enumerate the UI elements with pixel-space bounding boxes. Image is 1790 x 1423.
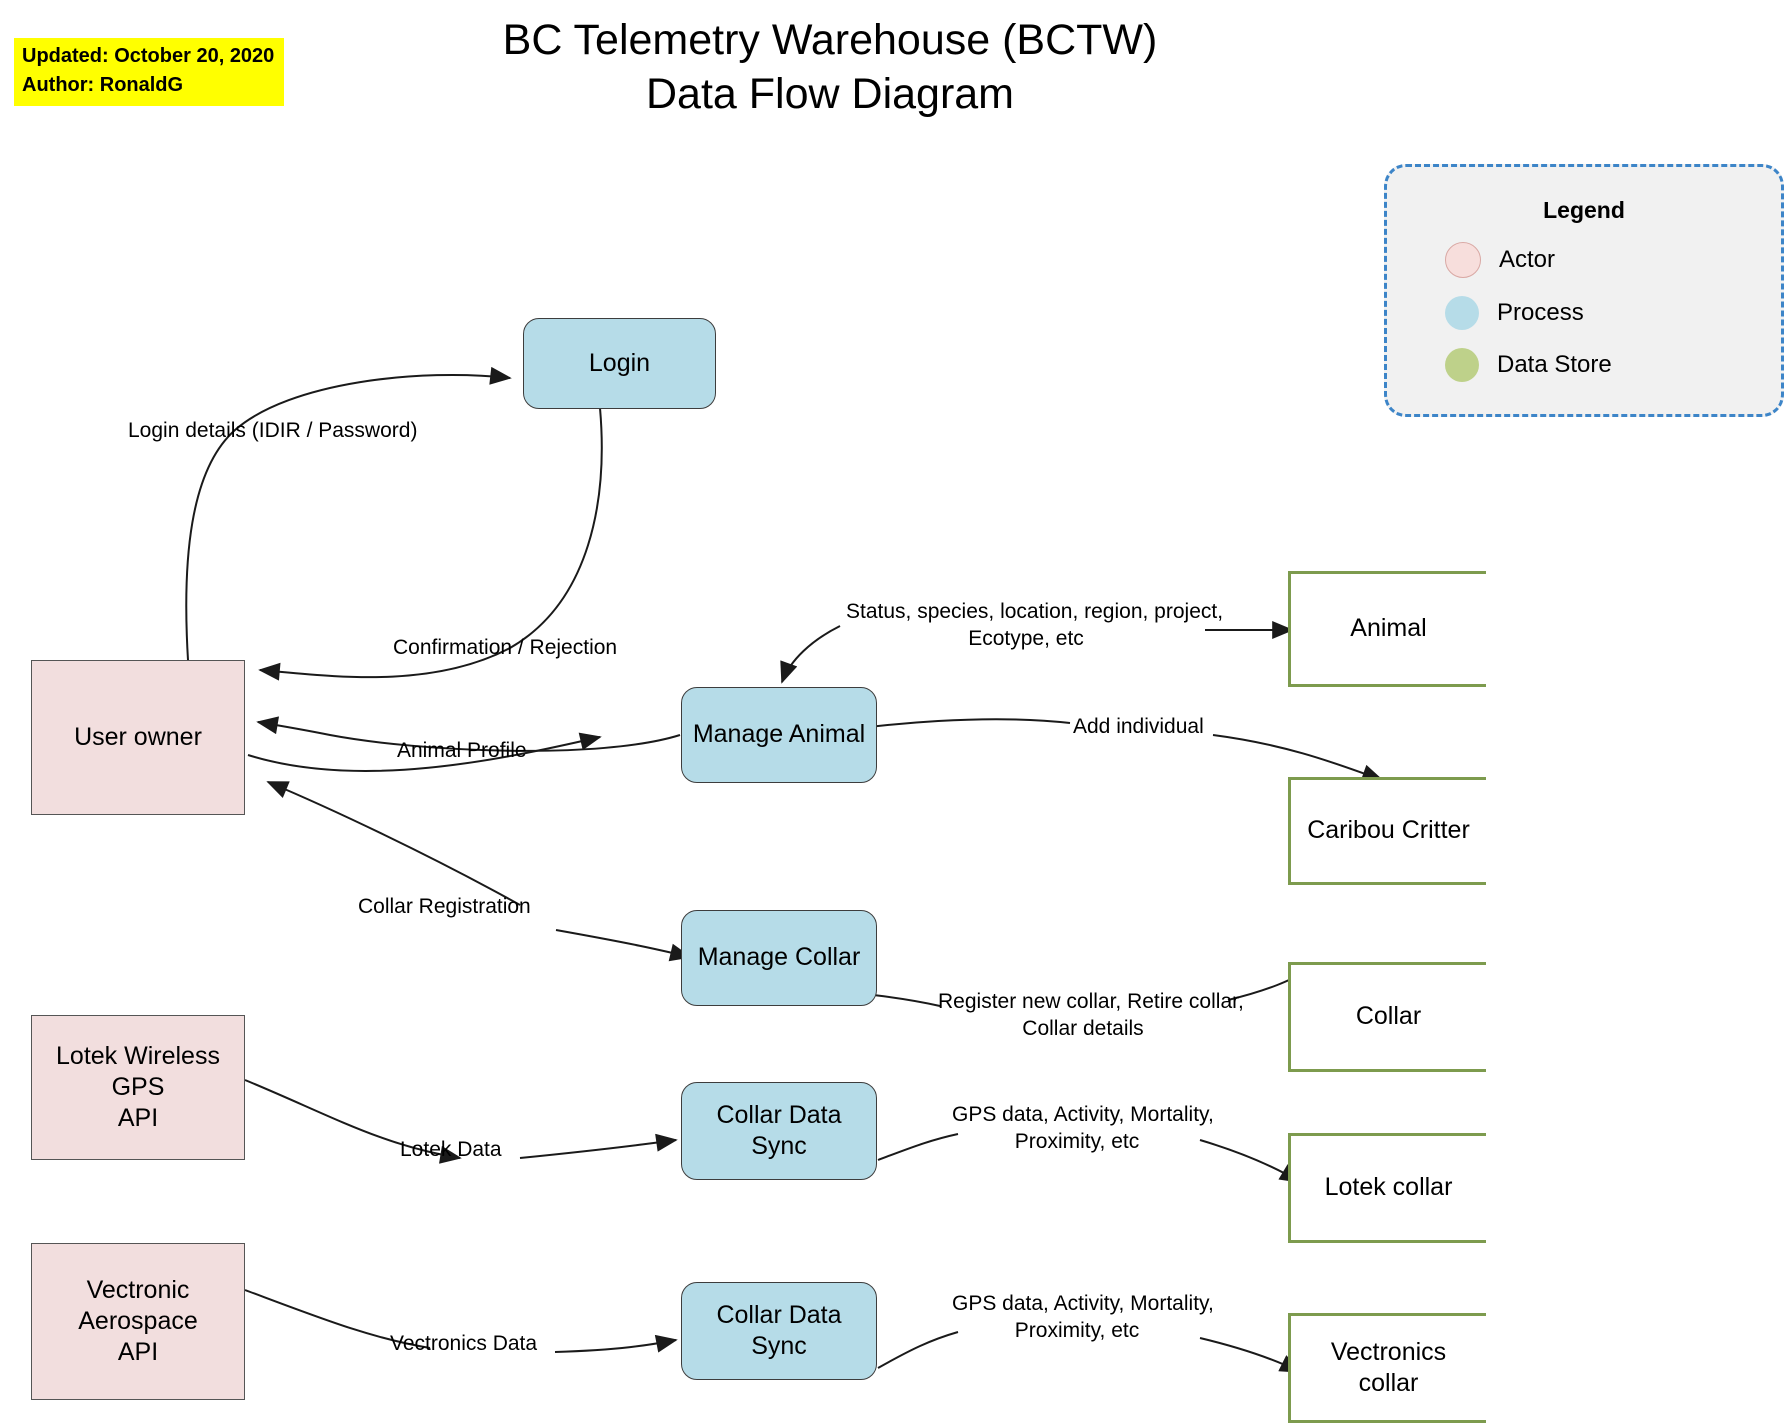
edge-collar-registration-in [266,781,521,906]
edge-label-animal-profile: Animal Profile [397,739,527,762]
node-manage-animal-label: Manage Animal [692,720,866,749]
node-ds-lotek-collar-label: Lotek collar [1324,1173,1453,1202]
node-collar-data-sync-vectronics[interactable]: Collar Data Sync [681,1282,877,1380]
edge-label-gps-data-lotek: GPS data, Activity, Mortality, Proximity… [952,1103,1214,1154]
edge-label-login-details: Login details (IDIR / Password) [128,419,418,442]
legend-item-actor: Actor [1445,242,1781,278]
node-ds-caribou-label: Caribou Critter [1307,816,1470,845]
edge-label-gps-data-vectronics: GPS data, Activity, Mortality, Proximity… [952,1292,1214,1343]
edge-label-collar-actions: Register new collar, Retire collar, Coll… [938,990,1244,1041]
edge-label-add-individual: Add individual [1073,715,1204,738]
node-collar-data-sync-vect-label: Collar Data Sync [716,1300,842,1360]
node-user-owner[interactable]: User owner [31,660,245,815]
node-data-store-caribou-critter[interactable]: Caribou Critter [1288,777,1486,885]
note-updated: Updated: October 20, 2020 [22,45,275,67]
edge-label-collar-registration: Collar Registration [358,895,531,918]
node-data-store-vectronics-collar[interactable]: Vectronics collar [1288,1313,1486,1423]
legend-item-data-store: Data Store [1445,348,1781,382]
edge-collar-registration-out [555,929,692,962]
edge-animal-attributes [780,625,841,684]
legend-label-data-store: Data Store [1497,351,1612,378]
legend-label-process: Process [1497,299,1584,326]
node-user-owner-label: User owner [74,722,202,751]
node-manage-collar[interactable]: Manage Collar [681,910,877,1006]
node-login[interactable]: Login [523,318,716,409]
edge-label-confirmation-rejection: Confirmation / Rejection [393,636,618,659]
edge-lotek-data-tail [519,1133,678,1159]
edge-gps-vect-in [1199,1337,1302,1373]
node-lotek-wireless-gps-api[interactable]: Lotek Wireless GPS API [31,1015,245,1160]
node-collar-data-sync-lotek-label: Collar Data Sync [716,1100,842,1160]
process-swatch-icon [1445,296,1479,330]
node-login-label: Login [588,348,651,377]
actor-swatch-icon [1445,242,1481,278]
document-note: Updated: October 20, 2020 Author: Ronald… [14,38,285,106]
node-ds-vect-collar-label: Vectronics collar [1330,1337,1447,1397]
node-vectronic-api-label: Vectronic Aerospace API [78,1275,198,1367]
node-manage-animal[interactable]: Manage Animal [681,687,877,783]
node-ds-collar-label: Collar [1355,1002,1422,1031]
node-vectronic-aerospace-api[interactable]: Vectronic Aerospace API [31,1243,245,1400]
edge-label-animal-attributes: Status, species, location, region, proje… [846,600,1224,651]
node-data-store-collar[interactable]: Collar [1288,962,1486,1072]
legend-title: Legend [1543,197,1625,223]
title-line-2: Data Flow Diagram [646,69,1014,118]
edge-gps-vect-out [877,1331,959,1369]
node-collar-data-sync-lotek[interactable]: Collar Data Sync [681,1082,877,1180]
node-lotek-api-label: Lotek Wireless GPS API [56,1041,220,1133]
data-store-swatch-icon [1445,348,1479,382]
node-data-store-animal[interactable]: Animal [1288,571,1486,687]
page-title: BC Telemetry Warehouse (BCTW) Data Flow … [330,14,1330,122]
legend-label-actor: Actor [1499,246,1556,273]
legend-item-process: Process [1445,296,1781,330]
node-data-store-lotek-collar[interactable]: Lotek collar [1288,1133,1486,1243]
edge-add-individual-out [1212,734,1384,782]
edge-label-lotek-data: Lotek Data [400,1138,502,1161]
edge-vectronics-data-tail [554,1334,678,1353]
node-manage-collar-label: Manage Collar [697,943,861,972]
edge-gps-lotek-in [1199,1139,1302,1183]
edge-gps-lotek-out [877,1133,959,1161]
legend-panel: Legend Actor Process Data Store [1384,164,1784,417]
note-author: Author: RonaldG [22,74,184,96]
edge-label-vectronics-data: Vectronics Data [390,1332,538,1355]
node-ds-animal-label: Animal [1350,614,1427,643]
title-line-1: BC Telemetry Warehouse (BCTW) [502,16,1158,64]
